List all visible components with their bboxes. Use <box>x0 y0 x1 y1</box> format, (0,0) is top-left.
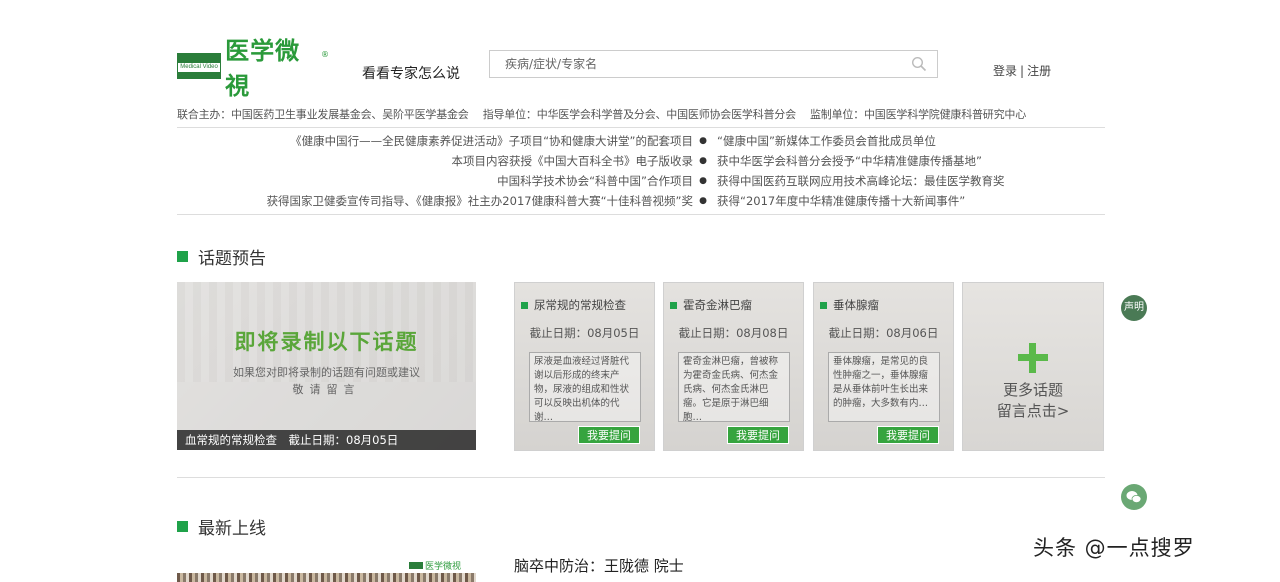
logo-mark: Medical Video <box>177 53 222 79</box>
divider <box>177 477 1105 478</box>
honor-left: 获得国家卫健委宣传司指导、《健康报》社主办2017健康科普大赛“十佳科普视频”奖 <box>266 194 693 208</box>
topic-title: 霍奇金淋巴瘤 <box>683 298 752 312</box>
topic-description: 垂体腺瘤，是常见的良性肿瘤之一，垂体腺瘤是从垂体前叶生长出来的肿瘤，大多数有内… <box>828 352 940 422</box>
topics-section-title: 话题预告 <box>177 244 266 269</box>
topic-deadline: 截止日期：08月06日 <box>828 326 939 340</box>
latest-section-title: 最新上线 <box>177 514 266 539</box>
sponsors-line: 联合主办：中国医药卫生事业发展基金会、吴阶平医学基金会 指导单位：中华医学会科学… <box>177 108 1026 121</box>
wechat-icon[interactable] <box>1121 484 1147 510</box>
bullet-icon: ● <box>699 176 707 186</box>
topic-card: 尿常规的常规检查 截止日期：08月05日 尿液是血液经过肾脏代谢以后形成的终末产… <box>514 282 655 451</box>
honor-row: 中国科学技术协会“科普中国”合作项目 ● 获得中国医药互联网应用技术高峰论坛：最… <box>177 171 1105 191</box>
topic-marker-icon <box>521 301 528 309</box>
honor-row: 获得国家卫健委宣传司指导、《健康报》社主办2017健康科普大赛“十佳科普视频”奖… <box>177 191 1105 211</box>
logo-text: 医学微視 <box>225 36 301 100</box>
latest-video-thumbnail[interactable]: 医学微视 <box>177 555 476 582</box>
site-slogan: 看看专家怎么说 <box>362 66 460 82</box>
topic-title: 尿常规的常规检查 <box>534 298 626 312</box>
leave-message-link[interactable]: 留言点击> <box>963 400 1103 421</box>
honor-right: 获得“2017年度中华精准健康传播十大新闻事件” <box>717 194 966 208</box>
section-marker-icon <box>177 521 188 532</box>
topic-marker-icon <box>670 301 677 309</box>
search-box <box>489 50 938 78</box>
topic-marker-icon <box>820 301 827 309</box>
bullet-icon: ● <box>699 136 707 146</box>
plus-icon <box>1018 343 1048 373</box>
auth-separator: | <box>1020 64 1025 78</box>
register-link[interactable]: 注册 <box>1027 64 1051 78</box>
honor-row: 《健康中国行——全民健康素养促进活动》子项目“协和健康大讲堂”的配套项目 ● “… <box>177 131 1105 151</box>
banner-subtext: 如果您对即将录制的话题有问题或建议 <box>233 366 420 379</box>
honor-row: 本项目内容获授《中国大百科全书》电子版收录 ● 获中华医学会科普分会授予“中华精… <box>177 151 1105 171</box>
latest-video-title[interactable]: 脑卒中防治：王陇德 院士 <box>514 555 684 576</box>
topic-card: 垂体腺瘤 截止日期：08月06日 垂体腺瘤，是常见的良性肿瘤之一，垂体腺瘤是从垂… <box>813 282 954 451</box>
topic-deadline: 截止日期：08月08日 <box>678 326 789 340</box>
banner-caption: 血常规的常规检查 截止日期：08月05日 <box>177 430 476 450</box>
banner-heading: 即将录制以下话题 <box>234 330 419 354</box>
ask-question-button[interactable]: 我要提问 <box>727 426 789 444</box>
site-logo[interactable]: Medical Video 医学微視 ® <box>177 36 329 100</box>
upcoming-topic-banner[interactable]: 即将录制以下话题 如果您对即将录制的话题有问题或建议 敬请留言 血常规的常规检查… <box>177 282 476 450</box>
thumb-brand: 医学微视 <box>409 559 461 572</box>
honor-left: 本项目内容获授《中国大百科全书》电子版收录 <box>451 154 694 168</box>
bullet-icon: ● <box>699 156 707 166</box>
honor-left: 中国科学技术协会“科普中国”合作项目 <box>497 174 693 188</box>
topics-title-text: 话题预告 <box>198 249 266 269</box>
auth-links: 登录 | 注册 <box>993 62 1051 79</box>
topic-description: 霍奇金淋巴瘤，曾被称为霍奇金氏病、何杰金氏病、何杰金氏淋巴瘤。它是原于淋巴细胞… <box>678 352 790 422</box>
statement-button[interactable]: 声明 <box>1121 295 1147 321</box>
brand-mark-icon <box>409 562 423 569</box>
topic-card: 霍奇金淋巴瘤 截止日期：08月08日 霍奇金淋巴瘤，曾被称为霍奇金氏病、何杰金氏… <box>663 282 804 451</box>
more-topics-label: 更多话题 <box>1002 381 1063 399</box>
banner-subtext-2: 敬请留言 <box>292 383 361 396</box>
honor-right: “健康中国”新媒体工作委员会首批成员单位 <box>717 134 936 148</box>
latest-title-text: 最新上线 <box>198 519 266 539</box>
ask-question-button[interactable]: 我要提问 <box>877 426 939 444</box>
honor-right: 获中华医学会科普分会授予“中华精准健康传播基地” <box>717 154 982 168</box>
logo-en-text: Medical Video <box>178 63 221 72</box>
honors-list: 《健康中国行——全民健康素养促进活动》子项目“协和健康大讲堂”的配套项目 ● “… <box>177 131 1105 211</box>
divider <box>177 214 1105 215</box>
topic-deadline: 截止日期：08月05日 <box>529 326 640 340</box>
topic-title: 垂体腺瘤 <box>833 298 879 312</box>
ask-question-button[interactable]: 我要提问 <box>578 426 640 444</box>
search-input[interactable] <box>490 51 890 77</box>
section-marker-icon <box>177 251 188 262</box>
login-link[interactable]: 登录 <box>993 64 1017 78</box>
more-topics-card[interactable]: 更多话题 留言点击> <box>962 282 1104 451</box>
bullet-icon: ● <box>699 196 707 206</box>
topic-description: 尿液是血液经过肾脏代谢以后形成的终末产物，尿液的组成和性状可以反映出机体的代谢… <box>529 352 641 422</box>
honor-left: 《健康中国行——全民健康素养促进活动》子项目“协和健康大讲堂”的配套项目 <box>290 134 693 148</box>
divider <box>177 127 1105 128</box>
watermark: 头条 @一点搜罗 <box>1033 536 1195 560</box>
honor-right: 获得中国医药互联网应用技术高峰论坛：最佳医学教育奖 <box>717 174 1005 188</box>
search-icon[interactable] <box>911 56 927 72</box>
logo-registered-mark: ® <box>321 50 329 59</box>
